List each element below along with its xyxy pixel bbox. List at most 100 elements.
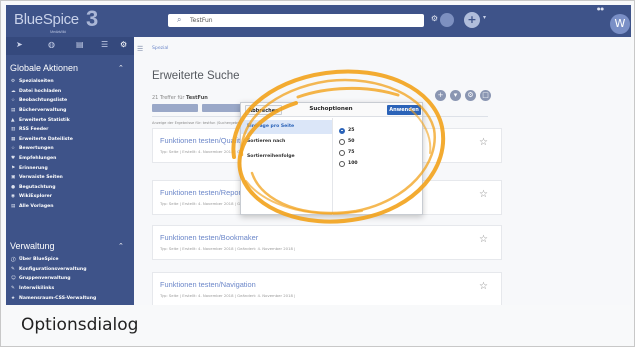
search-box[interactable]: ⌕ ⚙ bbox=[168, 14, 438, 27]
sidebar-item[interactable]: ▣ Verwaiste Seiten bbox=[11, 173, 133, 183]
menu-toggle-icon[interactable]: ☰ bbox=[137, 45, 143, 53]
page-size-option[interactable]: 100 bbox=[339, 159, 358, 168]
user-icon[interactable]: ◍ bbox=[48, 40, 55, 49]
filter-chip[interactable] bbox=[152, 104, 198, 112]
radio-button[interactable] bbox=[339, 149, 345, 156]
sidebar-item-label: RSS Feeder bbox=[19, 127, 49, 133]
navigation-icon[interactable]: ➤ bbox=[16, 40, 23, 49]
sidebar-item-icon: ▦ bbox=[11, 136, 16, 142]
sidebar-item-label: Erweiterte Statistik bbox=[19, 117, 70, 123]
result-title-link[interactable]: Funktionen testen/Reporting bbox=[160, 188, 253, 197]
sidebar-item[interactable]: ☆ Bewertungen bbox=[11, 144, 133, 154]
list-icon[interactable]: ☰ bbox=[101, 40, 108, 49]
sidebar-item-label: Begutachtung bbox=[19, 184, 56, 190]
dialog-title: Suchoptionen bbox=[309, 106, 353, 112]
star-icon[interactable]: ☆ bbox=[479, 137, 488, 148]
search-input[interactable] bbox=[190, 15, 410, 26]
dialog-option[interactable]: Einträge pro Seite bbox=[241, 120, 332, 134]
dialog-option[interactable]: Sortieren nach bbox=[241, 135, 332, 149]
export-icon[interactable]: □ bbox=[480, 90, 491, 101]
result-title-link[interactable]: Funktionen testen/Navigation bbox=[160, 280, 256, 289]
sidebar-item[interactable]: ▦ Erweiterte Dateiliste bbox=[11, 135, 133, 145]
sidebar-item[interactable]: ♥ Empfehlungen bbox=[11, 154, 133, 164]
sidebar-item[interactable]: ☺ Gruppenverwaltung bbox=[11, 274, 133, 284]
sidebar-item-icon: ★ bbox=[11, 295, 16, 301]
radio-button[interactable] bbox=[339, 138, 345, 145]
cancel-button[interactable]: Abbrechen bbox=[245, 105, 282, 115]
breadcrumb[interactable]: Spezial bbox=[152, 46, 168, 51]
sidebar-item[interactable]: ● Begutachtung bbox=[11, 183, 133, 193]
sidebar-item[interactable]: ⚑ Erinnerung bbox=[11, 163, 133, 173]
result-title-link[interactable]: Funktionen testen/Bookmaker bbox=[160, 233, 258, 242]
sidebar-item-icon: ⓘ bbox=[11, 257, 16, 263]
sidebar-section-global-actions: Globale Aktionen bbox=[10, 63, 79, 73]
sidebar-item-label: Spezialseiten bbox=[19, 79, 54, 85]
notifications-button[interactable] bbox=[440, 13, 454, 27]
sidebar-item-icon: ▥ bbox=[11, 127, 16, 133]
logo-subtitle: MediaWiki bbox=[50, 29, 66, 34]
search-options-dialog: Abbrechen Suchoptionen Anwenden Einträge… bbox=[240, 102, 423, 215]
sidebar-item[interactable]: ☆ Beobachtungsliste bbox=[11, 96, 133, 106]
sidebar-item[interactable]: ☁ Datei hochladen bbox=[11, 87, 133, 97]
chevron-down-icon[interactable]: ▾ bbox=[483, 14, 486, 21]
page-size-option[interactable]: 75 bbox=[339, 148, 354, 157]
sidebar-global-actions-list: ⚙ Spezialseiten ☁ Datei hochladen ☆ Beobachtu… bbox=[11, 77, 133, 211]
sidebar-item-label: Datei hochladen bbox=[19, 88, 62, 94]
hit-count: 21 Treffer für TestFun bbox=[152, 95, 208, 101]
sidebar-item-label: Bücherverwaltung bbox=[19, 108, 67, 114]
settings-icon[interactable]: ⚙ bbox=[465, 90, 476, 101]
sidebar-item-icon: ✎ bbox=[11, 286, 15, 292]
sidebar-item-label: Konfigurationsverwaltung bbox=[19, 266, 87, 272]
star-icon[interactable]: ☆ bbox=[479, 281, 488, 292]
gear-icon[interactable]: ⚙ bbox=[120, 40, 127, 49]
sidebar-item[interactable]: ★ Namensraum-CSS-Verwaltung bbox=[11, 293, 133, 303]
filter-chip[interactable] bbox=[202, 104, 242, 112]
figure-frame: BlueSpice 3 MediaWiki ⌕ ⚙ + ▾ ●● W ➤ ◍ ▤… bbox=[0, 0, 635, 347]
radio-button[interactable] bbox=[339, 160, 345, 167]
page-size-option[interactable]: 50 bbox=[339, 137, 354, 146]
search-icon[interactable]: ⌕ bbox=[177, 15, 181, 25]
hit-count-prefix: 21 Treffer für bbox=[152, 95, 185, 101]
dialog-header: Abbrechen Suchoptionen Anwenden bbox=[241, 103, 422, 117]
sidebar-item-label: Alle Vorlagen bbox=[19, 204, 54, 210]
filter-icon[interactable]: ▾ bbox=[450, 90, 461, 101]
sidebar-item[interactable]: ▥ RSS Feeder bbox=[11, 125, 133, 135]
create-plus-button[interactable]: + bbox=[464, 12, 480, 28]
apply-button[interactable]: Anwenden bbox=[387, 105, 421, 115]
chevron-up-icon[interactable]: ⌃ bbox=[118, 64, 124, 72]
page-size-option[interactable]: 25 bbox=[339, 126, 354, 135]
sidebar-item[interactable]: ▤ Bücherverwaltung bbox=[11, 106, 133, 116]
sidebar-item-icon: ☆ bbox=[11, 98, 16, 104]
radio-label: 50 bbox=[348, 139, 355, 144]
sidebar-item-icon: ▲ bbox=[11, 117, 15, 123]
filter-bar bbox=[152, 104, 242, 112]
sidebar-item-icon: ◉ bbox=[11, 194, 16, 200]
sidebar-item[interactable]: ✎ Konfigurationsverwaltung bbox=[11, 265, 133, 275]
sidebar-item[interactable]: ✎ Interwikilinks bbox=[11, 284, 133, 294]
sidebar-administration-list: ⓘ Über BlueSpice ✎ Konfigurationsverwaltung… bbox=[11, 255, 133, 303]
result-meta: Typ: Seite | Erstellt: 4. November 2018 … bbox=[160, 246, 296, 251]
sidebar-item[interactable]: ▤ Alle Vorlagen bbox=[11, 202, 133, 212]
sidebar-item[interactable]: ▲ Erweiterte Statistik bbox=[11, 115, 133, 125]
star-icon[interactable]: ☆ bbox=[479, 234, 488, 245]
chevron-up-icon[interactable]: ⌃ bbox=[118, 242, 124, 250]
sidebar-item-icon: ⚙ bbox=[11, 79, 16, 85]
result-meta: Typ: Seite | Erstellt: 4. November 2018 … bbox=[160, 293, 296, 298]
sidebar-item[interactable]: ⚙ Spezialseiten bbox=[11, 77, 133, 87]
search-options-gear-icon[interactable]: ⚙ bbox=[431, 14, 438, 23]
document-icon[interactable]: ▤ bbox=[76, 40, 84, 49]
avatar[interactable]: W bbox=[610, 14, 630, 34]
star-icon[interactable]: ☆ bbox=[479, 189, 488, 200]
caption: Optionsdialog bbox=[21, 315, 139, 335]
logo[interactable]: BlueSpice 3 MediaWiki bbox=[14, 6, 98, 34]
sidebar-item[interactable]: ⓘ Über BlueSpice bbox=[11, 255, 133, 265]
radio-label: 25 bbox=[348, 128, 355, 133]
radio-button[interactable] bbox=[339, 127, 345, 134]
logo-text: BlueSpice bbox=[14, 11, 79, 28]
sidebar-item[interactable]: ◉ WikiExplorer bbox=[11, 192, 133, 202]
add-icon[interactable]: + bbox=[435, 90, 446, 101]
dialog-option[interactable]: Sortierreihenfolge bbox=[241, 150, 332, 164]
screenshot: BlueSpice 3 MediaWiki ⌕ ⚙ + ▾ ●● W ➤ ◍ ▤… bbox=[6, 5, 631, 305]
sidebar: ➤ ◍ ▤ ☰ ⚙ Globale Aktionen ⌃ ⚙ Spezialsei… bbox=[6, 37, 134, 305]
sidebar-item-label: Erweiterte Dateiliste bbox=[19, 136, 73, 142]
